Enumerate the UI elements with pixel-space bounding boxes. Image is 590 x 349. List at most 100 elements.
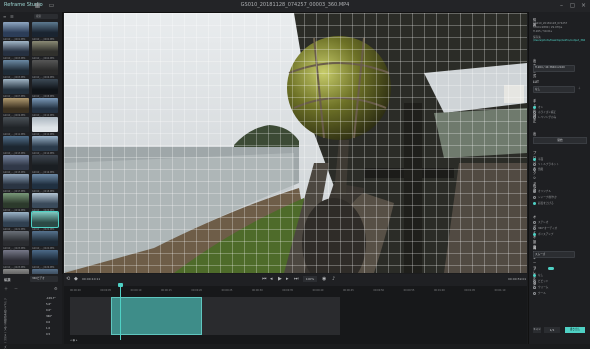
media-thumbnail[interactable] bbox=[3, 60, 29, 75]
window-title: GS010_20181128_074257_00003_360.MP4 bbox=[240, 2, 350, 8]
audio-radio[interactable] bbox=[533, 232, 536, 236]
cancel-button[interactable]: キャンセル bbox=[533, 327, 541, 333]
media-thumbnail[interactable] bbox=[3, 136, 29, 151]
audio-option-label: ボイスアンプ bbox=[538, 233, 554, 236]
settings-icon[interactable]: ⚙ bbox=[54, 286, 58, 291]
hamburger-icon[interactable]: ≡ bbox=[3, 14, 6, 19]
start-output-button[interactable]: 開始 bbox=[533, 137, 587, 144]
projection-radio[interactable] bbox=[533, 167, 536, 171]
filter-option-label: なし bbox=[538, 274, 544, 277]
media-thumbnail[interactable] bbox=[3, 250, 29, 265]
add-lut-icon[interactable]: ＋ bbox=[578, 86, 581, 90]
ruler-label: 00:00:40 bbox=[312, 289, 324, 292]
media-thumbnail[interactable] bbox=[32, 60, 58, 75]
media-thumbnail[interactable] bbox=[3, 98, 29, 113]
loop-icon[interactable]: ⟲ bbox=[66, 276, 70, 282]
audio-radio[interactable] bbox=[533, 226, 536, 230]
audio-radio[interactable] bbox=[533, 220, 536, 224]
minimize-icon[interactable]: – bbox=[558, 2, 565, 9]
stabilize-radio[interactable] bbox=[533, 115, 536, 119]
search-input[interactable]: 検索 bbox=[34, 14, 58, 19]
media-thumbnail[interactable] bbox=[3, 212, 29, 227]
media-thumbnail[interactable] bbox=[3, 155, 29, 170]
property-value[interactable]: 1.0 bbox=[46, 327, 50, 330]
property-value[interactable]: 5.6° bbox=[46, 303, 51, 306]
playhead-handle[interactable] bbox=[118, 283, 124, 287]
ruler-label: 00:00:05 bbox=[100, 289, 112, 292]
media-thumbnail[interactable] bbox=[32, 174, 58, 189]
media-thumbnail[interactable] bbox=[3, 79, 29, 94]
rewind-icon[interactable]: ◂ bbox=[270, 276, 273, 282]
projection-option-label: リトルプラネット bbox=[538, 163, 559, 166]
filter-radio[interactable] bbox=[533, 291, 536, 295]
projection-radio[interactable] bbox=[533, 162, 536, 166]
maximize-icon[interactable]: ▢ bbox=[569, 2, 576, 9]
color-radio[interactable] bbox=[533, 195, 536, 199]
filter-option-label: ビビッド bbox=[538, 280, 549, 283]
media-thumbnail[interactable] bbox=[3, 41, 29, 56]
media-thumbnail[interactable] bbox=[32, 98, 58, 113]
property-value[interactable]: 360° bbox=[46, 315, 52, 318]
property-value[interactable]: 0.0 bbox=[46, 321, 50, 324]
media-thumbnail[interactable] bbox=[32, 22, 58, 37]
media-thumbnail[interactable] bbox=[3, 231, 29, 246]
filter-toggle[interactable] bbox=[548, 267, 554, 270]
media-thumbnail[interactable] bbox=[32, 117, 58, 132]
stabilize-radio[interactable] bbox=[533, 110, 536, 114]
zoom-select[interactable]: 100% bbox=[303, 276, 317, 282]
media-thumbnail[interactable] bbox=[32, 250, 58, 265]
media-thumbnail[interactable] bbox=[32, 155, 58, 170]
marker-icon[interactable]: ◆ bbox=[74, 276, 78, 282]
export-button[interactable]: 書き出し bbox=[565, 327, 585, 333]
media-thumbnail[interactable] bbox=[31, 211, 59, 228]
projection-option-label: 平面 bbox=[538, 158, 544, 161]
next-frame-icon[interactable]: ⏭ bbox=[294, 276, 299, 282]
media-thumbnail[interactable] bbox=[32, 79, 58, 94]
stabilize-radio[interactable] bbox=[533, 105, 536, 109]
timeline-clip[interactable] bbox=[110, 297, 202, 335]
ruler-label: 00:00:55 bbox=[403, 289, 415, 292]
ruler-label: 00:00:50 bbox=[373, 289, 385, 292]
close-icon[interactable]: × bbox=[580, 2, 587, 9]
stabilize-option-label: レベリングのみ bbox=[538, 116, 557, 119]
lut-title: LUT bbox=[533, 80, 539, 84]
media-thumbnail[interactable] bbox=[3, 193, 29, 208]
video-preview[interactable] bbox=[64, 13, 527, 273]
color-option-label: シャープ/鮮やか bbox=[538, 196, 557, 199]
timeline-zoom-out-icon[interactable]: ◂ ● ▸ bbox=[70, 338, 78, 342]
forward-icon[interactable]: ▸ bbox=[286, 276, 289, 282]
list-view-icon[interactable]: ☰ bbox=[10, 14, 14, 19]
mode-dropdown[interactable]: 360ビデオ bbox=[30, 276, 58, 282]
media-thumbnail[interactable] bbox=[32, 231, 58, 246]
media-thumbnail[interactable] bbox=[3, 117, 29, 132]
filter-radio[interactable] bbox=[533, 279, 536, 283]
filter-radio[interactable] bbox=[533, 273, 536, 277]
color-radio[interactable] bbox=[533, 201, 536, 205]
media-thumbnail[interactable] bbox=[3, 174, 29, 189]
path-value[interactable]: /Users/photo/Desktop/GoPro/output_360... bbox=[533, 39, 585, 42]
ruler-label: 00:00:45 bbox=[343, 289, 354, 292]
keyframe-add-icon[interactable]: ＋ bbox=[4, 286, 8, 292]
ruler-label: 00:00:30 bbox=[252, 289, 263, 292]
property-value[interactable]: 0.5 bbox=[46, 333, 50, 336]
grid-view-icon[interactable]: ▦ bbox=[34, 2, 41, 9]
media-thumbnail[interactable] bbox=[32, 41, 58, 56]
media-thumbnail[interactable] bbox=[3, 22, 29, 37]
volume-icon[interactable]: ♪ bbox=[332, 276, 335, 282]
projection-option-label: 魚眼 bbox=[538, 168, 544, 171]
property-value[interactable]: 0.0° bbox=[46, 309, 51, 312]
keyframe-remove-icon[interactable]: － bbox=[14, 286, 18, 292]
property-value[interactable]: -109.7° bbox=[46, 297, 56, 300]
media-thumbnail[interactable] bbox=[32, 193, 58, 208]
camera-icon[interactable]: ◉ bbox=[322, 276, 326, 282]
folder-icon[interactable]: ▭ bbox=[48, 2, 55, 9]
filter-radio[interactable] bbox=[533, 285, 536, 289]
info-line: 5760×2880 / 29.97fps bbox=[533, 26, 563, 29]
projection-radio[interactable] bbox=[533, 157, 536, 161]
media-thumbnail[interactable] bbox=[32, 136, 58, 151]
filter-option-label: クール bbox=[538, 292, 546, 295]
play-icon[interactable]: ▶ bbox=[278, 276, 282, 282]
color-radio[interactable] bbox=[533, 189, 536, 193]
playhead[interactable] bbox=[120, 285, 122, 340]
prev-frame-icon[interactable]: ⏮ bbox=[262, 276, 267, 282]
